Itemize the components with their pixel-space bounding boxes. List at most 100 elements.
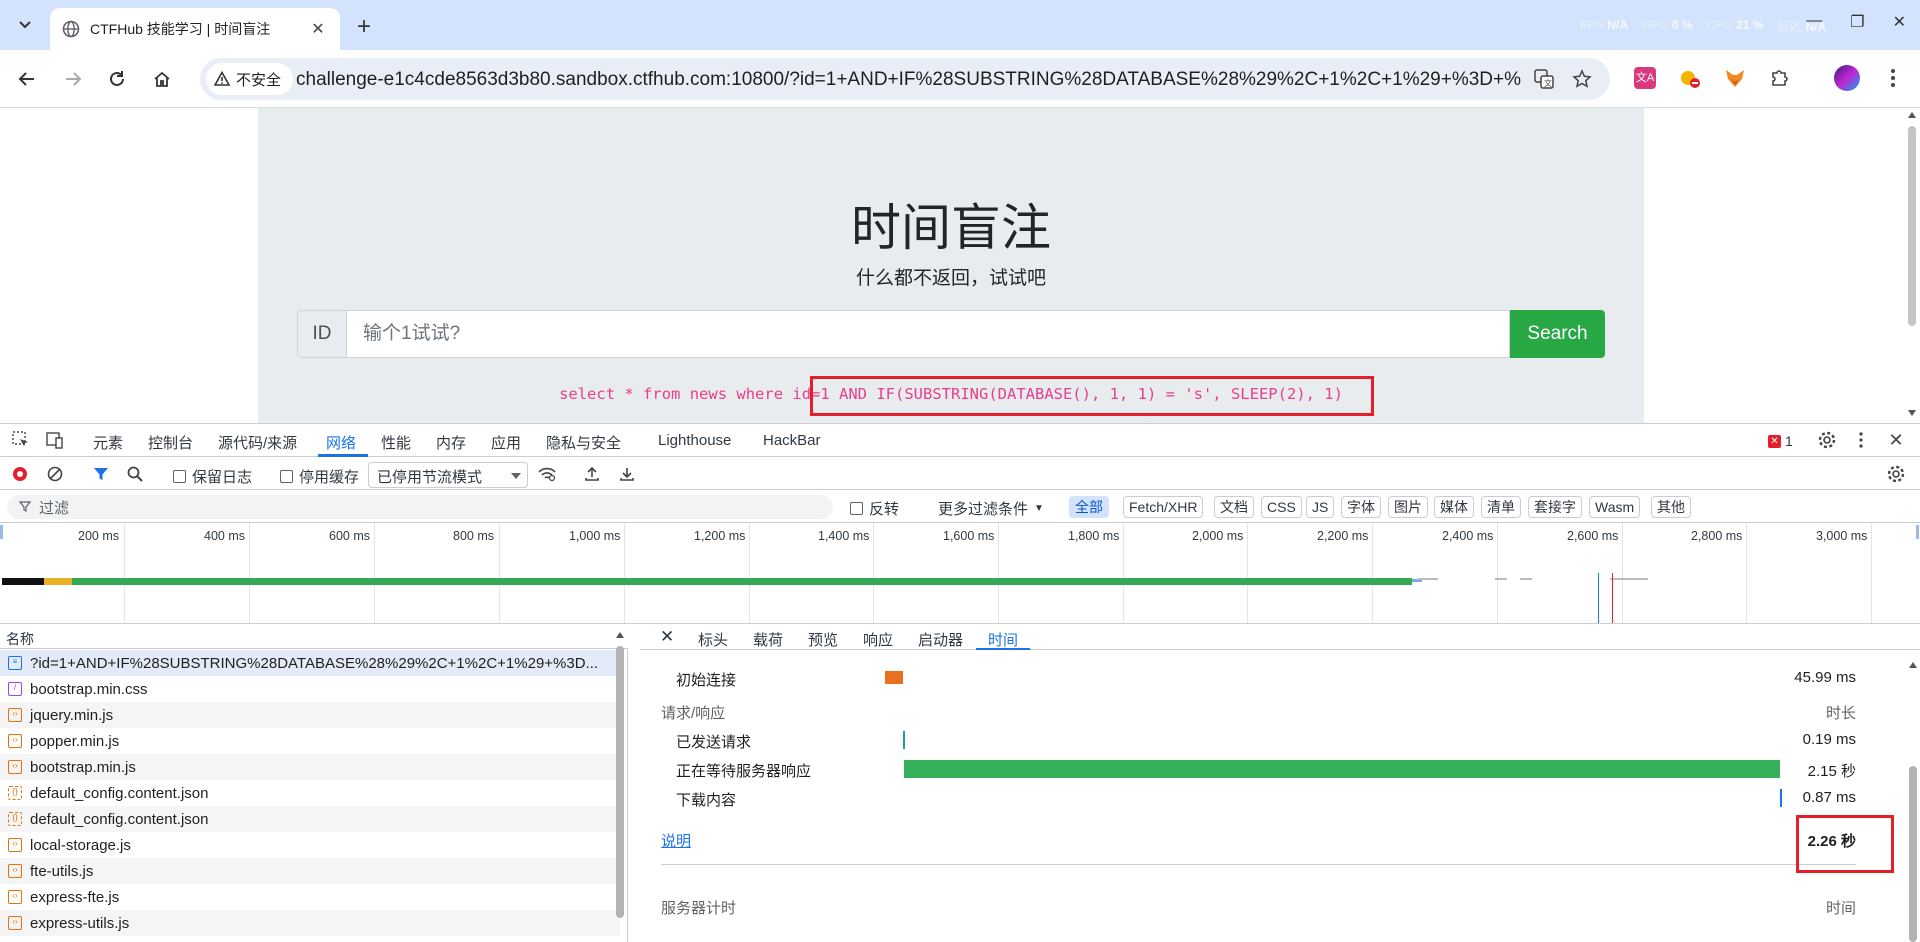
devtools-tab-sources[interactable]: 源代码/来源 <box>218 432 297 453</box>
devtools-menu-icon[interactable] <box>1850 429 1872 451</box>
back-button[interactable] <box>12 64 42 94</box>
more-filters-dropdown[interactable]: 更多过滤条件 ▼ <box>938 498 1044 519</box>
filter-icon[interactable] <box>90 463 112 485</box>
request-list-scrollbar[interactable] <box>613 624 627 942</box>
filter-chip-js[interactable]: JS <box>1306 496 1335 518</box>
request-row[interactable]: ‹› express-fte.js <box>0 884 620 910</box>
page-scrollbar[interactable] <box>1904 108 1920 423</box>
tab-search-button[interactable] <box>8 9 42 41</box>
request-row[interactable]: ‹› jquery.min.js <box>0 702 620 728</box>
menu-kebab-icon[interactable] <box>1878 63 1908 93</box>
window-close-icon[interactable]: ✕ <box>1893 12 1906 32</box>
scroll-up-icon[interactable] <box>1909 662 1917 668</box>
extension-blocker-icon[interactable] <box>1675 63 1705 93</box>
disable-cache-checkbox[interactable]: 停用缓存 <box>280 466 359 487</box>
filter-chip-all[interactable]: 全部 <box>1069 496 1109 518</box>
filter-chip-media[interactable]: 媒体 <box>1434 496 1474 518</box>
request-row[interactable]: / bootstrap.min.css <box>0 676 620 702</box>
search-icon[interactable] <box>124 463 146 485</box>
devtools-tab-network[interactable]: 网络 <box>326 432 356 453</box>
filter-chip-img[interactable]: 图片 <box>1388 496 1428 518</box>
filter-chip-manifest[interactable]: 清单 <box>1481 496 1521 518</box>
timing-explanation-link[interactable]: 说明 <box>661 830 691 851</box>
device-toolbar-icon[interactable] <box>44 429 66 451</box>
devtools-tab-lighthouse[interactable]: Lighthouse <box>658 432 731 449</box>
request-row[interactable]: ‹› popper.min.js <box>0 728 620 754</box>
new-tab-button[interactable]: + <box>350 13 378 41</box>
devtools-tab-application[interactable]: 应用 <box>491 432 521 453</box>
request-row[interactable]: ‹› local-storage.js <box>0 832 620 858</box>
id-input[interactable] <box>346 310 1510 358</box>
filter-chip-font[interactable]: 字体 <box>1341 496 1381 518</box>
scroll-down-icon[interactable] <box>1908 410 1916 416</box>
devtools-close-icon[interactable]: ✕ <box>1885 429 1907 451</box>
translate-icon[interactable]: 文 <box>1532 67 1556 91</box>
detail-tab-timing[interactable]: 时间 <box>988 629 1018 650</box>
restore-icon[interactable]: ❐ <box>1850 12 1864 32</box>
close-icon[interactable]: ✕ <box>308 19 328 39</box>
throttling-select[interactable]: 已停用节流模式 <box>368 462 528 488</box>
extensions-puzzle-icon[interactable] <box>1765 63 1795 93</box>
request-row[interactable]: {} default_config.content.json <box>0 806 620 832</box>
devtools-tab-memory[interactable]: 内存 <box>436 432 466 453</box>
devtools-tab-hackbar[interactable]: HackBar <box>763 432 821 449</box>
profile-avatar[interactable] <box>1832 63 1862 93</box>
detail-scroll-thumb[interactable] <box>1909 766 1917 942</box>
devtools-tab-console[interactable]: 控制台 <box>148 432 193 453</box>
home-button[interactable] <box>147 64 177 94</box>
filter-chip-wasm[interactable]: Wasm <box>1589 496 1641 518</box>
home-icon <box>154 71 170 87</box>
request-row[interactable]: ‹› fte-utils.js <box>0 858 620 884</box>
detail-tab-payload[interactable]: 载荷 <box>753 629 783 650</box>
star-icon[interactable] <box>1570 67 1594 91</box>
preserve-log-checkbox[interactable]: 保留日志 <box>173 466 252 487</box>
clear-icon[interactable] <box>44 463 66 485</box>
request-list-scroll-thumb[interactable] <box>616 646 624 918</box>
inspect-element-icon[interactable] <box>10 429 32 451</box>
filter-input[interactable]: 过滤 <box>7 495 833 519</box>
detail-tab-response[interactable]: 响应 <box>863 629 893 650</box>
devtools-tab-privacy[interactable]: 隐私与安全 <box>546 432 621 453</box>
request-row[interactable]: ‹› express-utils.js <box>0 910 620 936</box>
request-row[interactable]: ‹› bootstrap.min.js <box>0 754 620 780</box>
request-row[interactable]: {} default_config.content.json <box>0 780 620 806</box>
network-overview-timeline[interactable]: 200 ms 400 ms 600 ms 800 ms 1,000 ms 1,2… <box>0 523 1920 624</box>
network-conditions-icon[interactable] <box>536 463 558 485</box>
record-icon[interactable] <box>9 463 31 485</box>
error-count-badge[interactable]: ✕ 1 <box>1768 433 1793 449</box>
settings-gear-icon[interactable] <box>1816 429 1838 451</box>
overview-handle-right[interactable] <box>1916 525 1919 539</box>
filter-chip-other[interactable]: 其他 <box>1651 496 1691 518</box>
filter-chip-socket[interactable]: 套接字 <box>1528 496 1582 518</box>
search-button[interactable]: Search <box>1510 310 1605 358</box>
detail-tab-preview[interactable]: 预览 <box>808 629 838 650</box>
devtools-tab-performance[interactable]: 性能 <box>381 432 411 453</box>
name-column-header[interactable]: 名称 <box>0 624 628 649</box>
url-text[interactable]: challenge-e1c4cde8563d3b80.sandbox.ctfhu… <box>296 69 1521 91</box>
address-bar[interactable]: 不安全 challenge-e1c4cde8563d3b80.sandbox.c… <box>200 58 1610 100</box>
filter-chip-fetch-xhr[interactable]: Fetch/XHR <box>1123 496 1204 518</box>
scroll-up-icon[interactable] <box>1908 112 1916 118</box>
import-har-icon[interactable] <box>581 463 603 485</box>
devtools-tab-elements[interactable]: 元素 <box>93 432 123 453</box>
security-chip[interactable]: 不安全 <box>206 63 294 95</box>
detail-scrollbar[interactable] <box>1906 650 1920 942</box>
browser-tab-active[interactable]: CTFHub 技能学习 | 时间盲注 ✕ <box>50 8 340 50</box>
extension-fox-icon[interactable] <box>1720 63 1750 93</box>
forward-button[interactable] <box>58 64 88 94</box>
detail-tab-initiator[interactable]: 启动器 <box>918 629 963 650</box>
page-scroll-thumb[interactable] <box>1908 126 1916 326</box>
filter-chip-doc[interactable]: 文档 <box>1214 496 1254 518</box>
extension-translate-icon[interactable]: 文A <box>1630 63 1660 93</box>
invert-checkbox[interactable]: 反转 <box>850 498 899 519</box>
detail-tab-headers[interactable]: 标头 <box>698 629 728 650</box>
export-har-icon[interactable] <box>616 463 638 485</box>
network-settings-gear-icon[interactable] <box>1885 463 1907 485</box>
reload-button[interactable] <box>102 64 132 94</box>
close-detail-icon[interactable]: ✕ <box>660 627 674 647</box>
scroll-up-icon[interactable] <box>616 632 624 638</box>
minimize-icon[interactable]: — <box>1806 12 1822 32</box>
request-row[interactable]: ≡ ?id=1+AND+IF%28SUBSTRING%28DATABASE%28… <box>0 650 620 676</box>
overview-handle-left[interactable] <box>0 525 3 539</box>
filter-chip-css[interactable]: CSS <box>1261 496 1302 518</box>
